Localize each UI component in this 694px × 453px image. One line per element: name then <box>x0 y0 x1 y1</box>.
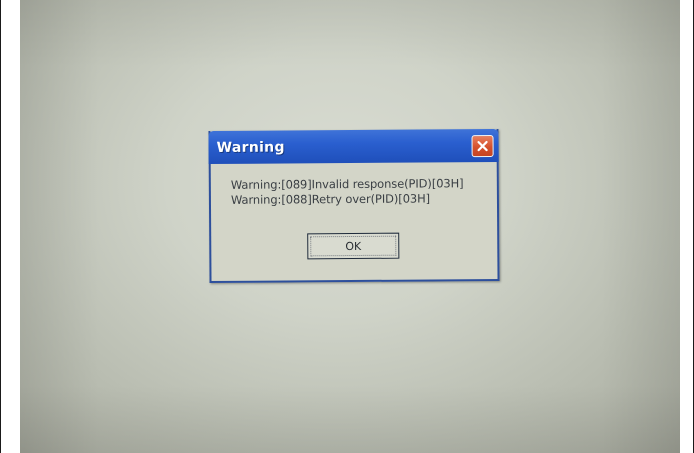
photo-frame: Warning Warning:[089]Invalid response(PI… <box>0 0 694 453</box>
warning-dialog: Warning Warning:[089]Invalid response(PI… <box>208 128 500 284</box>
ok-button[interactable]: OK <box>307 232 400 260</box>
monitor-screen: Warning Warning:[089]Invalid response(PI… <box>20 0 680 453</box>
warning-message: Warning:[089]Invalid response(PID)[03H] <box>230 176 464 192</box>
dialog-title: Warning <box>216 139 285 156</box>
warning-message: Warning:[088]Retry over(PID)[03H] <box>230 191 431 207</box>
close-button[interactable] <box>471 135 494 158</box>
close-icon <box>477 140 488 152</box>
dialog-titlebar[interactable]: Warning <box>208 128 499 165</box>
message-area: Warning:[089]Invalid response(PID)[03H] … <box>231 176 464 208</box>
ok-button-label: OK <box>345 239 362 253</box>
